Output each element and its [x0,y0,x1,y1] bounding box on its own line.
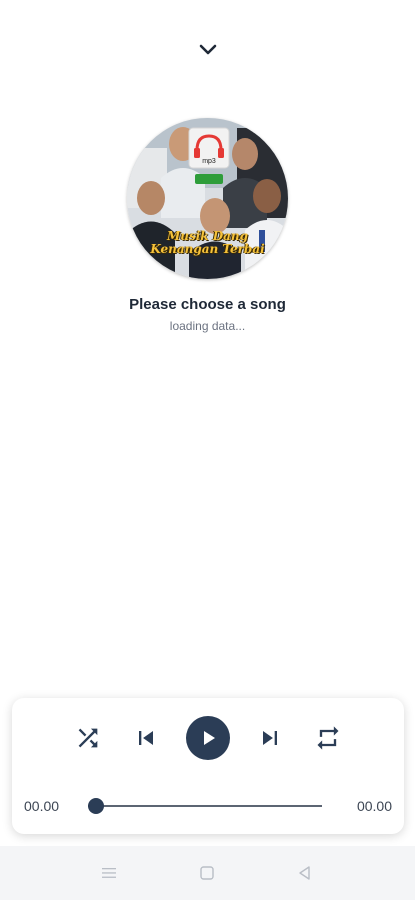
play-button[interactable] [186,716,230,760]
home-icon [200,866,214,880]
album-banner-text: Musik Dang Kenangan Terbai [127,230,288,256]
album-art: mp3 Musik Dang Kenangan Terbai [127,118,288,279]
seek-track [88,805,322,807]
back-icon [299,866,310,880]
mp3-badge-label: mp3 [202,158,216,165]
repeat-icon [317,726,339,750]
elapsed-time: 00.00 [24,798,60,814]
album-banner-line2: Kenangan Terbai [150,242,265,256]
nav-recents-button[interactable] [98,862,120,884]
seek-thumb[interactable] [88,798,104,814]
nav-back-button[interactable] [294,862,316,884]
nav-home-button[interactable] [196,862,218,884]
system-nav-bar [0,846,415,900]
song-title: Please choose a song [129,296,286,313]
next-button[interactable] [254,722,286,754]
song-subtitle: loading data... [169,319,246,333]
shuffle-button[interactable] [72,722,104,754]
shuffle-icon [78,728,98,748]
player-controls-card: 00.00 00.00 [12,698,404,834]
chevron-down-icon [199,44,217,55]
play-icon [204,731,215,745]
collapse-button[interactable] [192,36,224,64]
menu-icon [102,868,116,878]
repeat-button[interactable] [312,722,344,754]
seek-bar[interactable] [88,798,322,814]
skip-next-icon [263,731,277,745]
previous-button[interactable] [130,722,162,754]
skip-previous-icon [139,731,153,745]
total-duration: 00.00 [356,798,392,814]
